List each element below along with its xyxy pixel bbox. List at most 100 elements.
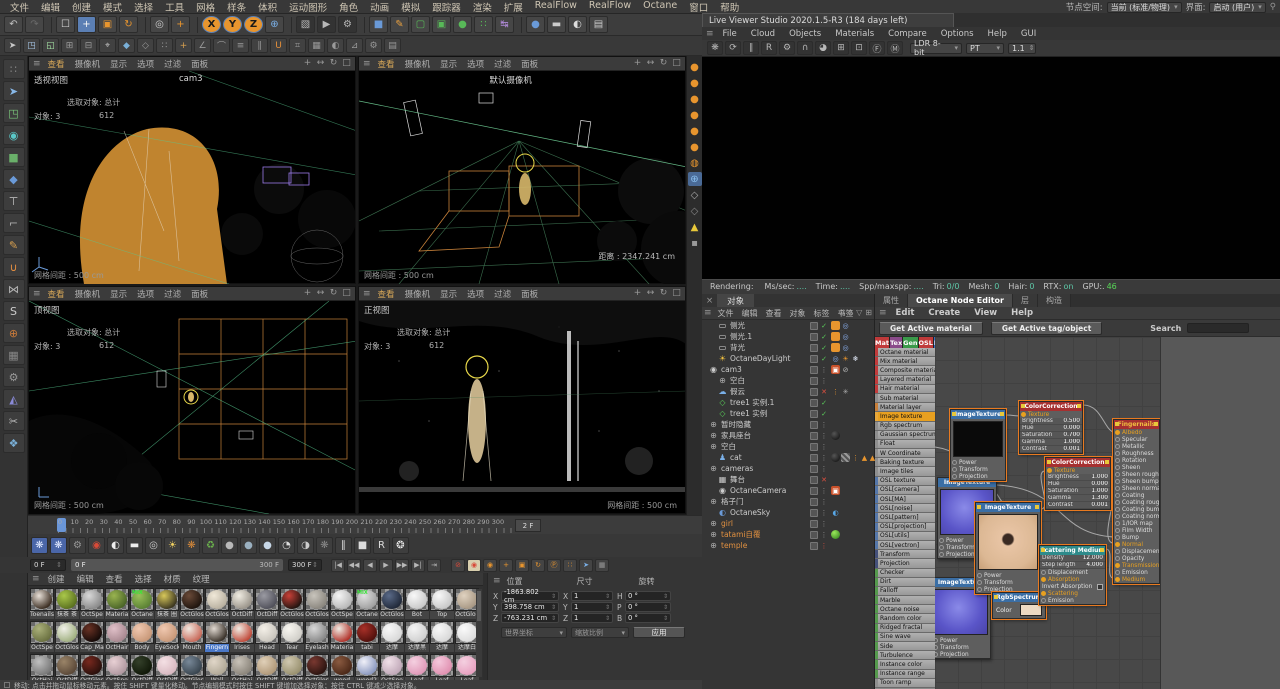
menu-icon[interactable]: ≡ xyxy=(706,29,714,39)
keyframe-icon[interactable]: ◉ xyxy=(483,558,497,572)
layer-box-icon[interactable] xyxy=(810,343,818,352)
node-type-item[interactable]: W Coordinate xyxy=(875,449,935,459)
node-parameter[interactable]: Hue 0.000 xyxy=(1046,481,1110,488)
ball-tag-icon[interactable] xyxy=(831,431,840,440)
material-thumbnail[interactable] xyxy=(155,588,179,611)
play-button[interactable]: ▶ xyxy=(379,558,393,572)
add-cube-icon[interactable]: ■ xyxy=(369,16,388,33)
dotsorange-tag-icon[interactable]: ⋮ xyxy=(831,387,840,396)
current-frame-field[interactable]: 0 F ⇕ xyxy=(30,559,66,571)
node-port[interactable]: Displacement xyxy=(1040,569,1105,576)
layer-box-icon[interactable] xyxy=(810,354,818,363)
node-port[interactable]: Coating bump xyxy=(1114,506,1159,513)
node-port[interactable]: Rotation xyxy=(1114,457,1159,464)
material-thumbnail[interactable] xyxy=(180,654,204,677)
pause-icon[interactable]: ∥ xyxy=(335,537,352,554)
node-type-item[interactable]: Toon ramp xyxy=(875,678,935,688)
node-type-item[interactable]: Float xyxy=(875,439,935,450)
node-category-tab[interactable]: Tex xyxy=(889,337,904,348)
node-category-tab[interactable]: Mat xyxy=(875,337,890,348)
node-type-item[interactable]: Composite material xyxy=(875,366,935,376)
reset-icon[interactable]: R xyxy=(761,41,777,55)
coordinate-field[interactable]: 0 ° ⇕ xyxy=(625,602,671,612)
timeline-ruler[interactable]: 2 F 0 10 20 30 40 50 60 70 80 90 100 110 120 130 140 15… xyxy=(28,515,702,534)
get-active-tag-button[interactable]: Get Active tag/object xyxy=(990,321,1103,335)
material-item[interactable]: OctDiff xyxy=(255,588,279,619)
layer-box-icon[interactable] xyxy=(810,519,818,528)
last-tool-icon[interactable]: ◎ xyxy=(150,16,169,33)
axis-center-icon[interactable]: ⊕ xyxy=(2,323,25,343)
material-thumbnail[interactable] xyxy=(155,654,179,677)
object-row[interactable]: ▭ 侧光.1 ✓ ◎ xyxy=(702,331,874,342)
menu-item[interactable]: Objects xyxy=(789,29,821,39)
add-generator-icon[interactable]: ▣ xyxy=(432,16,451,33)
zoom-view-icon[interactable]: ↔ xyxy=(314,287,327,299)
node-parameter[interactable]: Gamma 1.300 xyxy=(1046,495,1110,502)
node-space-select[interactable]: 当前 (标准/物理) ▾ xyxy=(1106,1,1182,13)
node-port[interactable]: 1/IOR map xyxy=(1114,520,1159,527)
node-type-item[interactable]: Side xyxy=(875,642,935,652)
tab-objects[interactable]: 对象 xyxy=(717,294,755,307)
lock-x-icon[interactable]: X xyxy=(202,16,221,33)
node-type-item[interactable]: OSL[pattern] xyxy=(875,513,935,523)
pan-view-icon[interactable]: + xyxy=(631,287,644,299)
node-scattering-medium[interactable]: Scattering Medium Density 12.000 Step lengt… xyxy=(1038,544,1107,606)
menu-item[interactable]: 模拟 xyxy=(401,0,420,14)
node-port[interactable]: Metallic xyxy=(1114,443,1159,450)
object-row[interactable]: ⊕ girl ⋮ xyxy=(702,518,874,529)
octane-world-icon[interactable]: ⊕ xyxy=(687,172,702,186)
gear-icon[interactable]: ⚙ xyxy=(69,537,86,554)
options-icon[interactable]: ⚙ xyxy=(365,38,382,53)
object-row[interactable]: ◇ tree1 实例 ✓ xyxy=(702,408,874,419)
material-item[interactable]: 达摩 xyxy=(380,621,404,652)
material-thumbnail[interactable] xyxy=(330,588,354,611)
visibility-toggle[interactable]: ⋮ xyxy=(820,377,828,385)
material-thumbnail[interactable]: MIX xyxy=(130,588,154,611)
kernel-select[interactable]: PT ▾ xyxy=(966,42,1004,54)
key-parameter-icon[interactable]: Ⓟ xyxy=(547,558,561,572)
menu-item[interactable]: 体积 xyxy=(258,0,277,14)
toggle-view-icon[interactable]: □ xyxy=(340,57,353,69)
redo-icon[interactable]: ↷ xyxy=(25,16,44,33)
knife-tool-icon[interactable]: ✂ xyxy=(2,411,25,431)
octane-object-icon[interactable]: ● xyxy=(687,92,702,106)
menu-item[interactable]: 纹理 xyxy=(193,573,210,585)
object-row[interactable]: ⊕ 格子门 ⋮ xyxy=(702,496,874,507)
material-item[interactable]: OctHair xyxy=(105,621,129,652)
node-port[interactable]: Projection xyxy=(935,651,990,658)
octane-camera-icon[interactable]: ◉ xyxy=(88,537,105,554)
viewport-perspective[interactable]: ≡ 查看 摄像机 显示 选项 过滤 面板 + ↔ ↻ □ 透视视图 cam3 选取对象: 总计 对… xyxy=(28,56,356,284)
node-port[interactable]: Texture xyxy=(1046,467,1110,474)
material-item[interactable]: 达摩黑 xyxy=(405,621,429,652)
frame-step-field[interactable]: 2 F xyxy=(515,519,541,532)
visibility-toggle[interactable]: ⋮ xyxy=(820,421,828,429)
material-thumbnail[interactable] xyxy=(130,621,154,644)
menu-item[interactable]: 显示 xyxy=(440,58,457,70)
clay-mode-icon[interactable]: ⊡ xyxy=(851,41,867,55)
node-port[interactable]: Coating xyxy=(1114,492,1159,499)
menu-item[interactable]: 查看 xyxy=(48,288,65,300)
selection-filter-icon[interactable]: ➤ xyxy=(579,558,593,572)
pick-focus-icon[interactable]: Ⓕ xyxy=(869,41,885,55)
material-item[interactable]: Tear xyxy=(280,621,304,652)
material-thumbnail[interactable] xyxy=(130,654,154,677)
node-port[interactable]: Scattering xyxy=(1040,590,1105,597)
node-port[interactable]: Displacement xyxy=(1114,548,1159,555)
texture-mode-icon[interactable]: ◱ xyxy=(42,38,59,53)
menu-item[interactable]: 跟踪器 xyxy=(432,0,461,14)
move-tool-icon[interactable]: + xyxy=(77,16,96,33)
menu-item[interactable]: 摄像机 xyxy=(405,58,431,70)
menu-item[interactable]: 运动图形 xyxy=(289,0,327,14)
menu-item[interactable]: 面板 xyxy=(191,288,208,300)
scale-mode-dropdown[interactable]: 缩放比例 ▾ xyxy=(571,627,629,638)
key-pla-icon[interactable]: ∷ xyxy=(563,558,577,572)
material-item[interactable]: OctGlos xyxy=(55,621,79,652)
layer-box-icon[interactable] xyxy=(810,332,818,341)
node-type-item[interactable]: OSL[utils] xyxy=(875,531,935,541)
menu-item[interactable]: RealFlow xyxy=(535,0,577,14)
rect-select-icon[interactable]: ☐ xyxy=(56,16,75,33)
octcam-tag-icon[interactable]: ▣ xyxy=(831,365,840,374)
material-thumbnail[interactable] xyxy=(55,621,79,644)
menu-item[interactable]: 样条 xyxy=(227,0,246,14)
panel-corner-icon[interactable]: ⊙ xyxy=(838,308,845,317)
